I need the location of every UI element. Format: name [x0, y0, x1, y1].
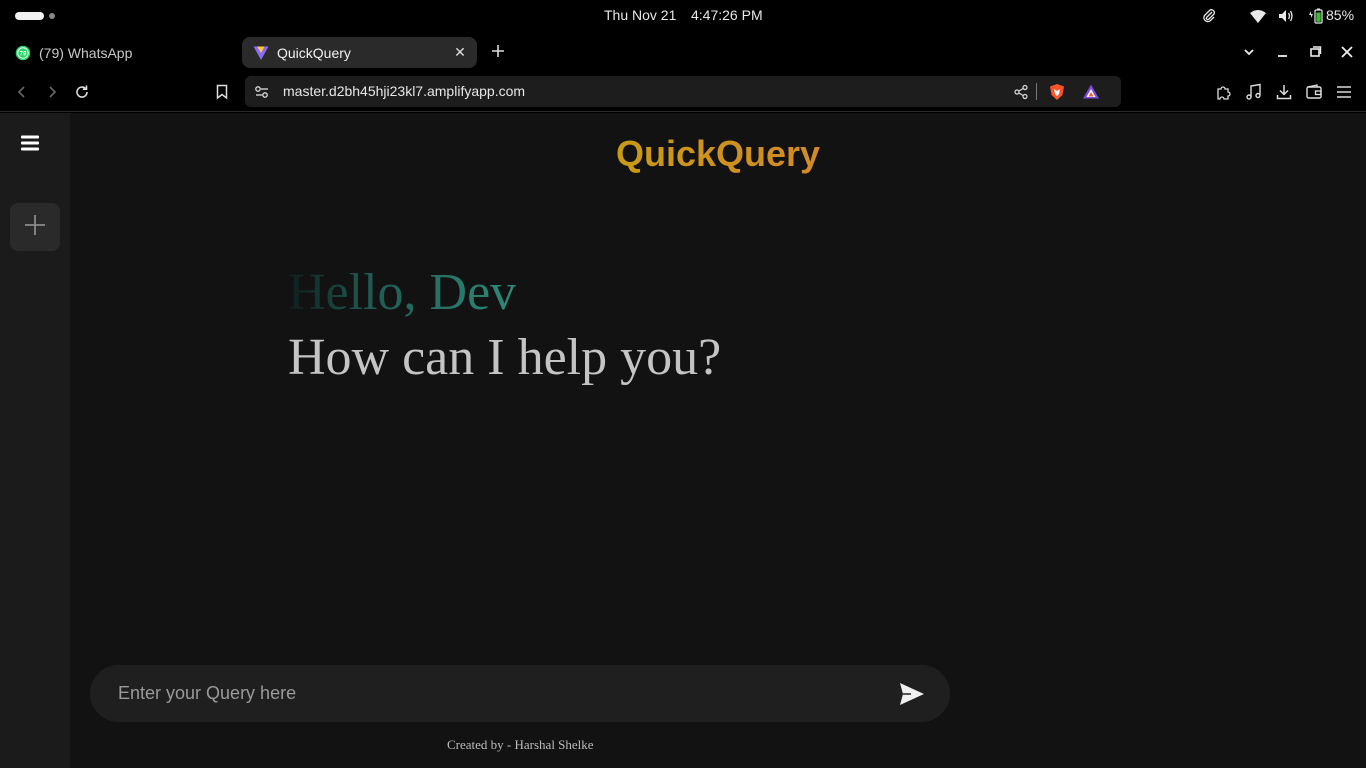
os-top-bar: Thu Nov 21 4:47:26 PM 85% [0, 0, 1366, 32]
url-separator [1036, 83, 1037, 100]
os-clock[interactable]: 4:47:26 PM [691, 7, 763, 23]
page-content: QuickQuery Hello, Dev How can I help you… [0, 113, 1366, 768]
browser-toolbar: master.d2bh45hji23kl7.amplifyapp.com [0, 72, 1366, 112]
whatsapp-badge: 79 [20, 51, 27, 57]
volume-icon[interactable] [1277, 6, 1295, 26]
minimize-icon[interactable] [1275, 44, 1291, 60]
tab-strip: 79 (79) WhatsApp QuickQuery ✕ [0, 32, 1366, 72]
brave-shields-icon[interactable] [1048, 83, 1066, 106]
close-tab-icon[interactable]: ✕ [453, 45, 467, 59]
whatsapp-icon: 79 [15, 45, 31, 61]
workspace-dot[interactable] [49, 13, 55, 19]
workspace-indicator[interactable] [15, 12, 44, 20]
hamburger-menu-icon[interactable] [20, 134, 40, 152]
address-bar[interactable]: master.d2bh45hji23kl7.amplifyapp.com [245, 76, 1121, 107]
wallet-icon[interactable] [1304, 82, 1324, 102]
battery-icon[interactable] [1305, 6, 1325, 26]
vite-icon [253, 45, 269, 61]
wifi-icon[interactable] [1249, 6, 1267, 26]
attachment-icon[interactable] [1201, 6, 1217, 26]
os-date[interactable]: Thu Nov 21 [604, 7, 676, 23]
url-text[interactable]: master.d2bh45hji23kl7.amplifyapp.com [283, 83, 525, 99]
extensions-icon[interactable] [1214, 82, 1234, 102]
brave-rewards-icon[interactable] [1082, 83, 1100, 106]
restore-icon[interactable] [1307, 44, 1323, 60]
brand-title: QuickQuery [616, 133, 821, 174]
new-tab-icon[interactable] [488, 41, 508, 61]
forward-icon[interactable] [42, 82, 62, 102]
battery-percent: 85% [1326, 7, 1355, 23]
plus-icon [24, 214, 46, 241]
greeting-prompt: How can I help you? [288, 329, 722, 386]
media-icon[interactable] [1244, 82, 1264, 102]
share-icon[interactable] [1013, 84, 1029, 105]
close-window-icon[interactable] [1339, 44, 1355, 60]
back-icon[interactable] [12, 82, 32, 102]
send-icon[interactable] [898, 680, 926, 708]
query-bar [90, 665, 950, 722]
tab-quickquery[interactable]: QuickQuery ✕ [242, 37, 477, 68]
site-settings-icon[interactable] [254, 84, 270, 105]
download-icon[interactable] [1274, 82, 1294, 102]
tab-label: (79) WhatsApp [39, 44, 133, 61]
query-input[interactable] [118, 665, 878, 722]
greeting-hello: Hello, Dev [288, 264, 517, 321]
bookmark-icon[interactable] [212, 82, 232, 102]
reload-icon[interactable] [72, 82, 92, 102]
credit-text: Created by - Harshal Shelke [447, 737, 594, 752]
tab-label: QuickQuery [277, 44, 351, 61]
tab-search-chevron-icon[interactable] [1241, 44, 1257, 60]
sidebar [0, 113, 70, 768]
tab-whatsapp[interactable]: 79 (79) WhatsApp [8, 37, 236, 68]
new-chat-button[interactable] [10, 203, 60, 251]
main-menu-icon[interactable] [1334, 82, 1354, 102]
